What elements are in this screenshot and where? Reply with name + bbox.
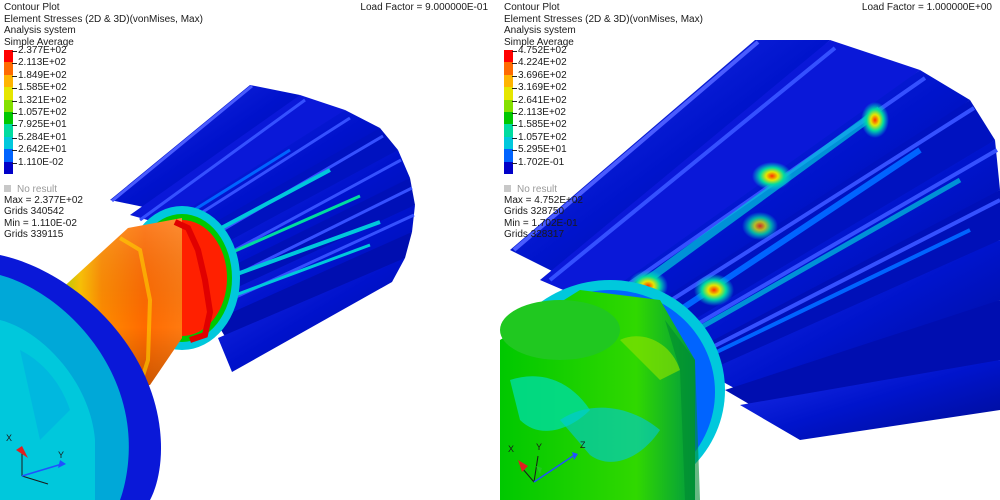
left-fe-model[interactable] [0,0,496,500]
legend-label: 2.641E+02 [512,94,567,106]
right-plot-title: Contour Plot [504,2,560,13]
legend-label: 1.057E+02 [512,131,567,143]
legend-label: 1.321E+02 [12,94,67,106]
triad-x-label: X [6,433,12,443]
triad-y-label: Y [536,442,542,452]
right-system: Analysis system [504,25,576,37]
triad-y-axis [533,455,539,483]
left-max-grid: Grids 340542 [4,206,65,218]
left-minmax: Max = 2.377E+02 Grids 340542 Min = 1.110… [4,195,83,241]
no-result-swatch [504,185,511,192]
triad-x-label: X [508,444,514,454]
right-load-factor: Load Factor = 1.000000E+00 [861,2,992,13]
legend-label: 5.284E+01 [12,131,67,143]
triad-y-arrow [58,460,66,468]
left-load-factor: Load Factor = 9.000000E-01 [360,2,488,13]
left-viewport[interactable]: Contour Plot Element Stresses (2D & 3D)(… [0,0,496,500]
no-result-swatch [4,185,11,192]
right-min-grid: Grids 328317 [504,229,565,241]
left-min-grid: Grids 339115 [4,229,64,241]
right-min-value: Min = 1.702E-01 [504,217,578,229]
legend-label: 2.377E+02 [12,45,67,56]
right-max-value: Max = 4.752E+02 [504,195,583,206]
legend-label: 7.925E+01 [12,119,67,131]
left-plot-title: Contour Plot [4,2,60,13]
triad-y-label: Y [58,450,64,460]
right-result-type: Element Stresses (2D & 3D)(vonMises, Max… [504,13,703,25]
left-system: Analysis system [4,25,76,37]
legend-label: 2.642E+01 [12,144,67,156]
legend-label: 1.110E-02 [11,156,64,168]
triad-y-arrow [536,466,542,474]
legend-label: 1.585E+02 [12,82,67,94]
legend-label: 2.113E+02 [512,106,566,118]
left-axis-triad-icon: X Y [6,433,66,485]
left-min-value: Min = 1.110E-02 [4,217,77,229]
legend-label: 4.224E+02 [512,57,567,69]
right-minmax: Max = 4.752E+02 Grids 328750 Min = 1.702… [504,195,583,241]
triad-z-label: Z [580,440,586,450]
right-viewport[interactable]: Contour Plot Element Stresses (2D & 3D)(… [500,0,1000,500]
triad-x-arrow [518,460,528,472]
left-max-value: Max = 2.377E+02 [4,195,83,206]
triad-z-axis [21,475,49,485]
legend-label: 1.057E+02 [12,106,67,118]
legend-label: 3.696E+02 [512,69,567,81]
left-result-type: Element Stresses (2D & 3D)(vonMises, Max… [4,13,203,25]
right-header: Contour Plot Element Stresses (2D & 3D)(… [504,2,703,48]
legend-label: 3.169E+02 [512,82,567,94]
legend-label: 1.585E+02 [512,119,567,131]
left-header: Contour Plot Element Stresses (2D & 3D)(… [4,2,203,48]
no-result-label: No result [17,184,58,195]
legend-label: 2.113E+02 [12,57,66,69]
triad-y-axis [21,463,63,477]
right-fe-model[interactable] [500,0,1000,500]
left-no-result: No result [4,184,57,195]
right-max-grid: Grids 328750 [504,206,565,218]
no-result-label: No result [517,184,558,195]
legend-label: 1.702E-01 [511,156,565,168]
right-no-result: No result [504,184,557,195]
legend-label: 5.295E+01 [512,144,567,156]
legend-label: 4.752E+02 [512,45,567,56]
legend-label: 1.849E+02 [12,69,67,81]
right-axis-triad-icon: X Y Z [508,440,586,483]
